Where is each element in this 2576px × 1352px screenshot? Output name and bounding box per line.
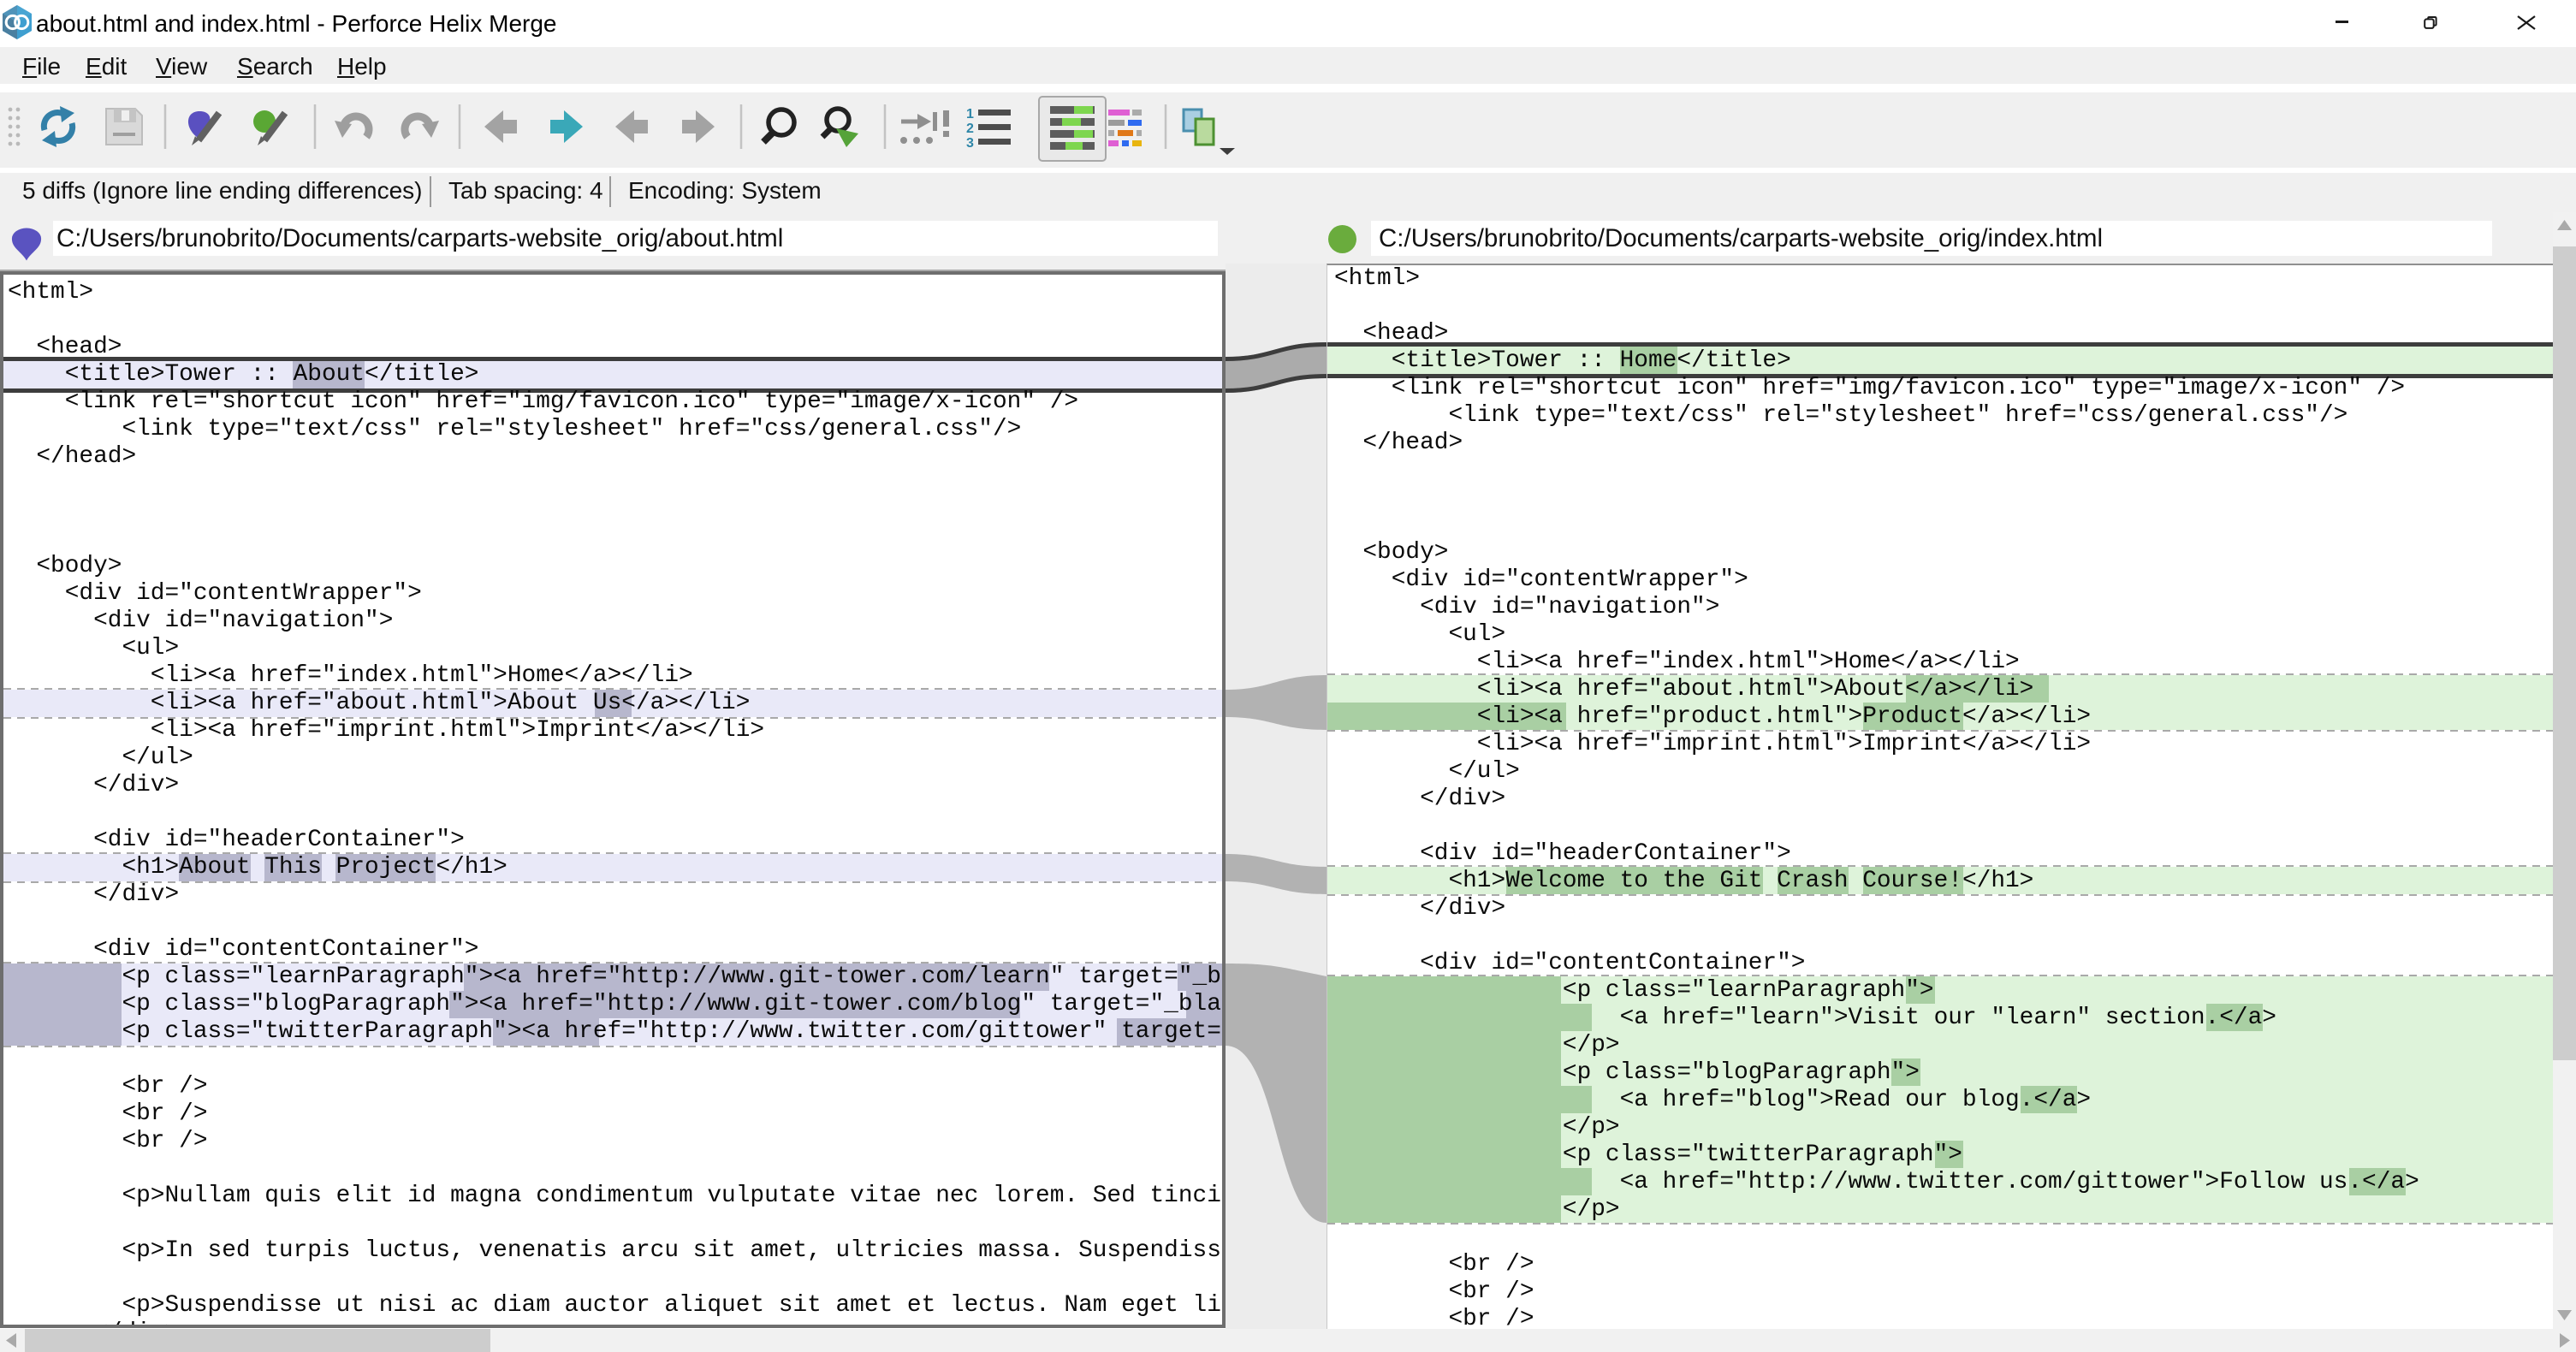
svg-text:2: 2 bbox=[966, 122, 974, 136]
svg-text:3: 3 bbox=[966, 136, 974, 151]
svg-text:1: 1 bbox=[966, 107, 974, 122]
